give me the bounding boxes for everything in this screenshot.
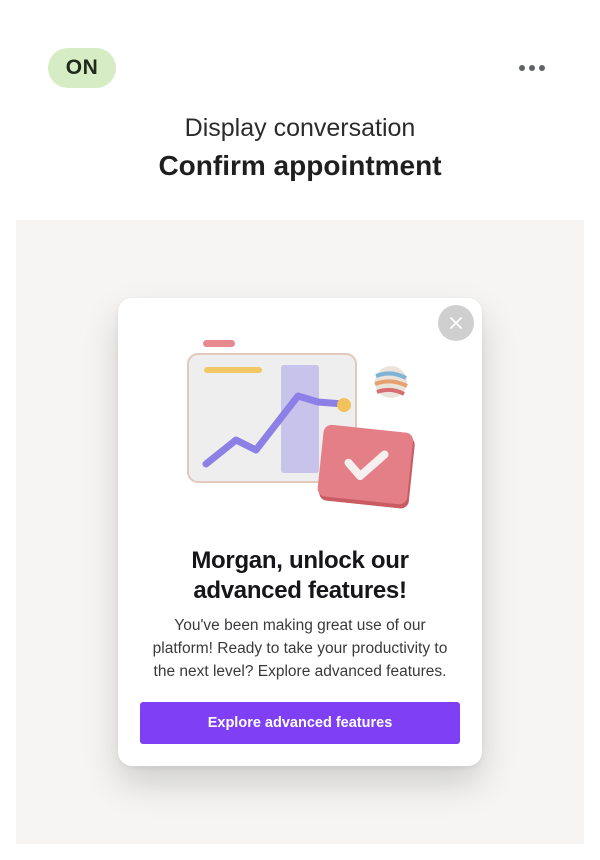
modal-body-text: You've been making great use of our plat… [140, 614, 460, 683]
more-horizontal-icon [519, 65, 525, 71]
modal-heading-line: advanced features! [193, 577, 407, 604]
more-options-button[interactable] [510, 52, 554, 84]
pink-pill-shape [203, 340, 235, 347]
modal-heading: Morgan, unlock our advanced features! [138, 546, 462, 606]
close-button[interactable] [438, 305, 474, 341]
modal-heading-line: Morgan, unlock our [191, 547, 409, 574]
explore-features-button[interactable]: Explore advanced features [140, 702, 460, 744]
conversation-type-label: Display conversation [184, 114, 416, 142]
page-title: Confirm appointment [158, 150, 442, 181]
close-icon [450, 317, 462, 329]
more-horizontal-icon-dot [539, 65, 545, 71]
promo-modal: Morgan, unlock our advanced features! Yo… [118, 298, 482, 766]
status-badge[interactable]: ON [48, 48, 116, 88]
yellow-bar-shape [204, 367, 262, 373]
analytics-chart-checkmark-illustration [187, 340, 415, 509]
checkmark-card [317, 424, 415, 509]
yellow-dot-shape [337, 398, 351, 412]
modal-body-line: the next level? Explore advanced feature… [153, 663, 447, 680]
modal-body-line: platform! Ready to take your productivit… [152, 640, 448, 657]
modal-body-line: You've been making great use of our [174, 617, 426, 634]
page: ON Display conversation Confirm appointm… [0, 0, 600, 860]
more-horizontal-icon-dot [529, 65, 535, 71]
purple-column-shape [281, 365, 319, 473]
